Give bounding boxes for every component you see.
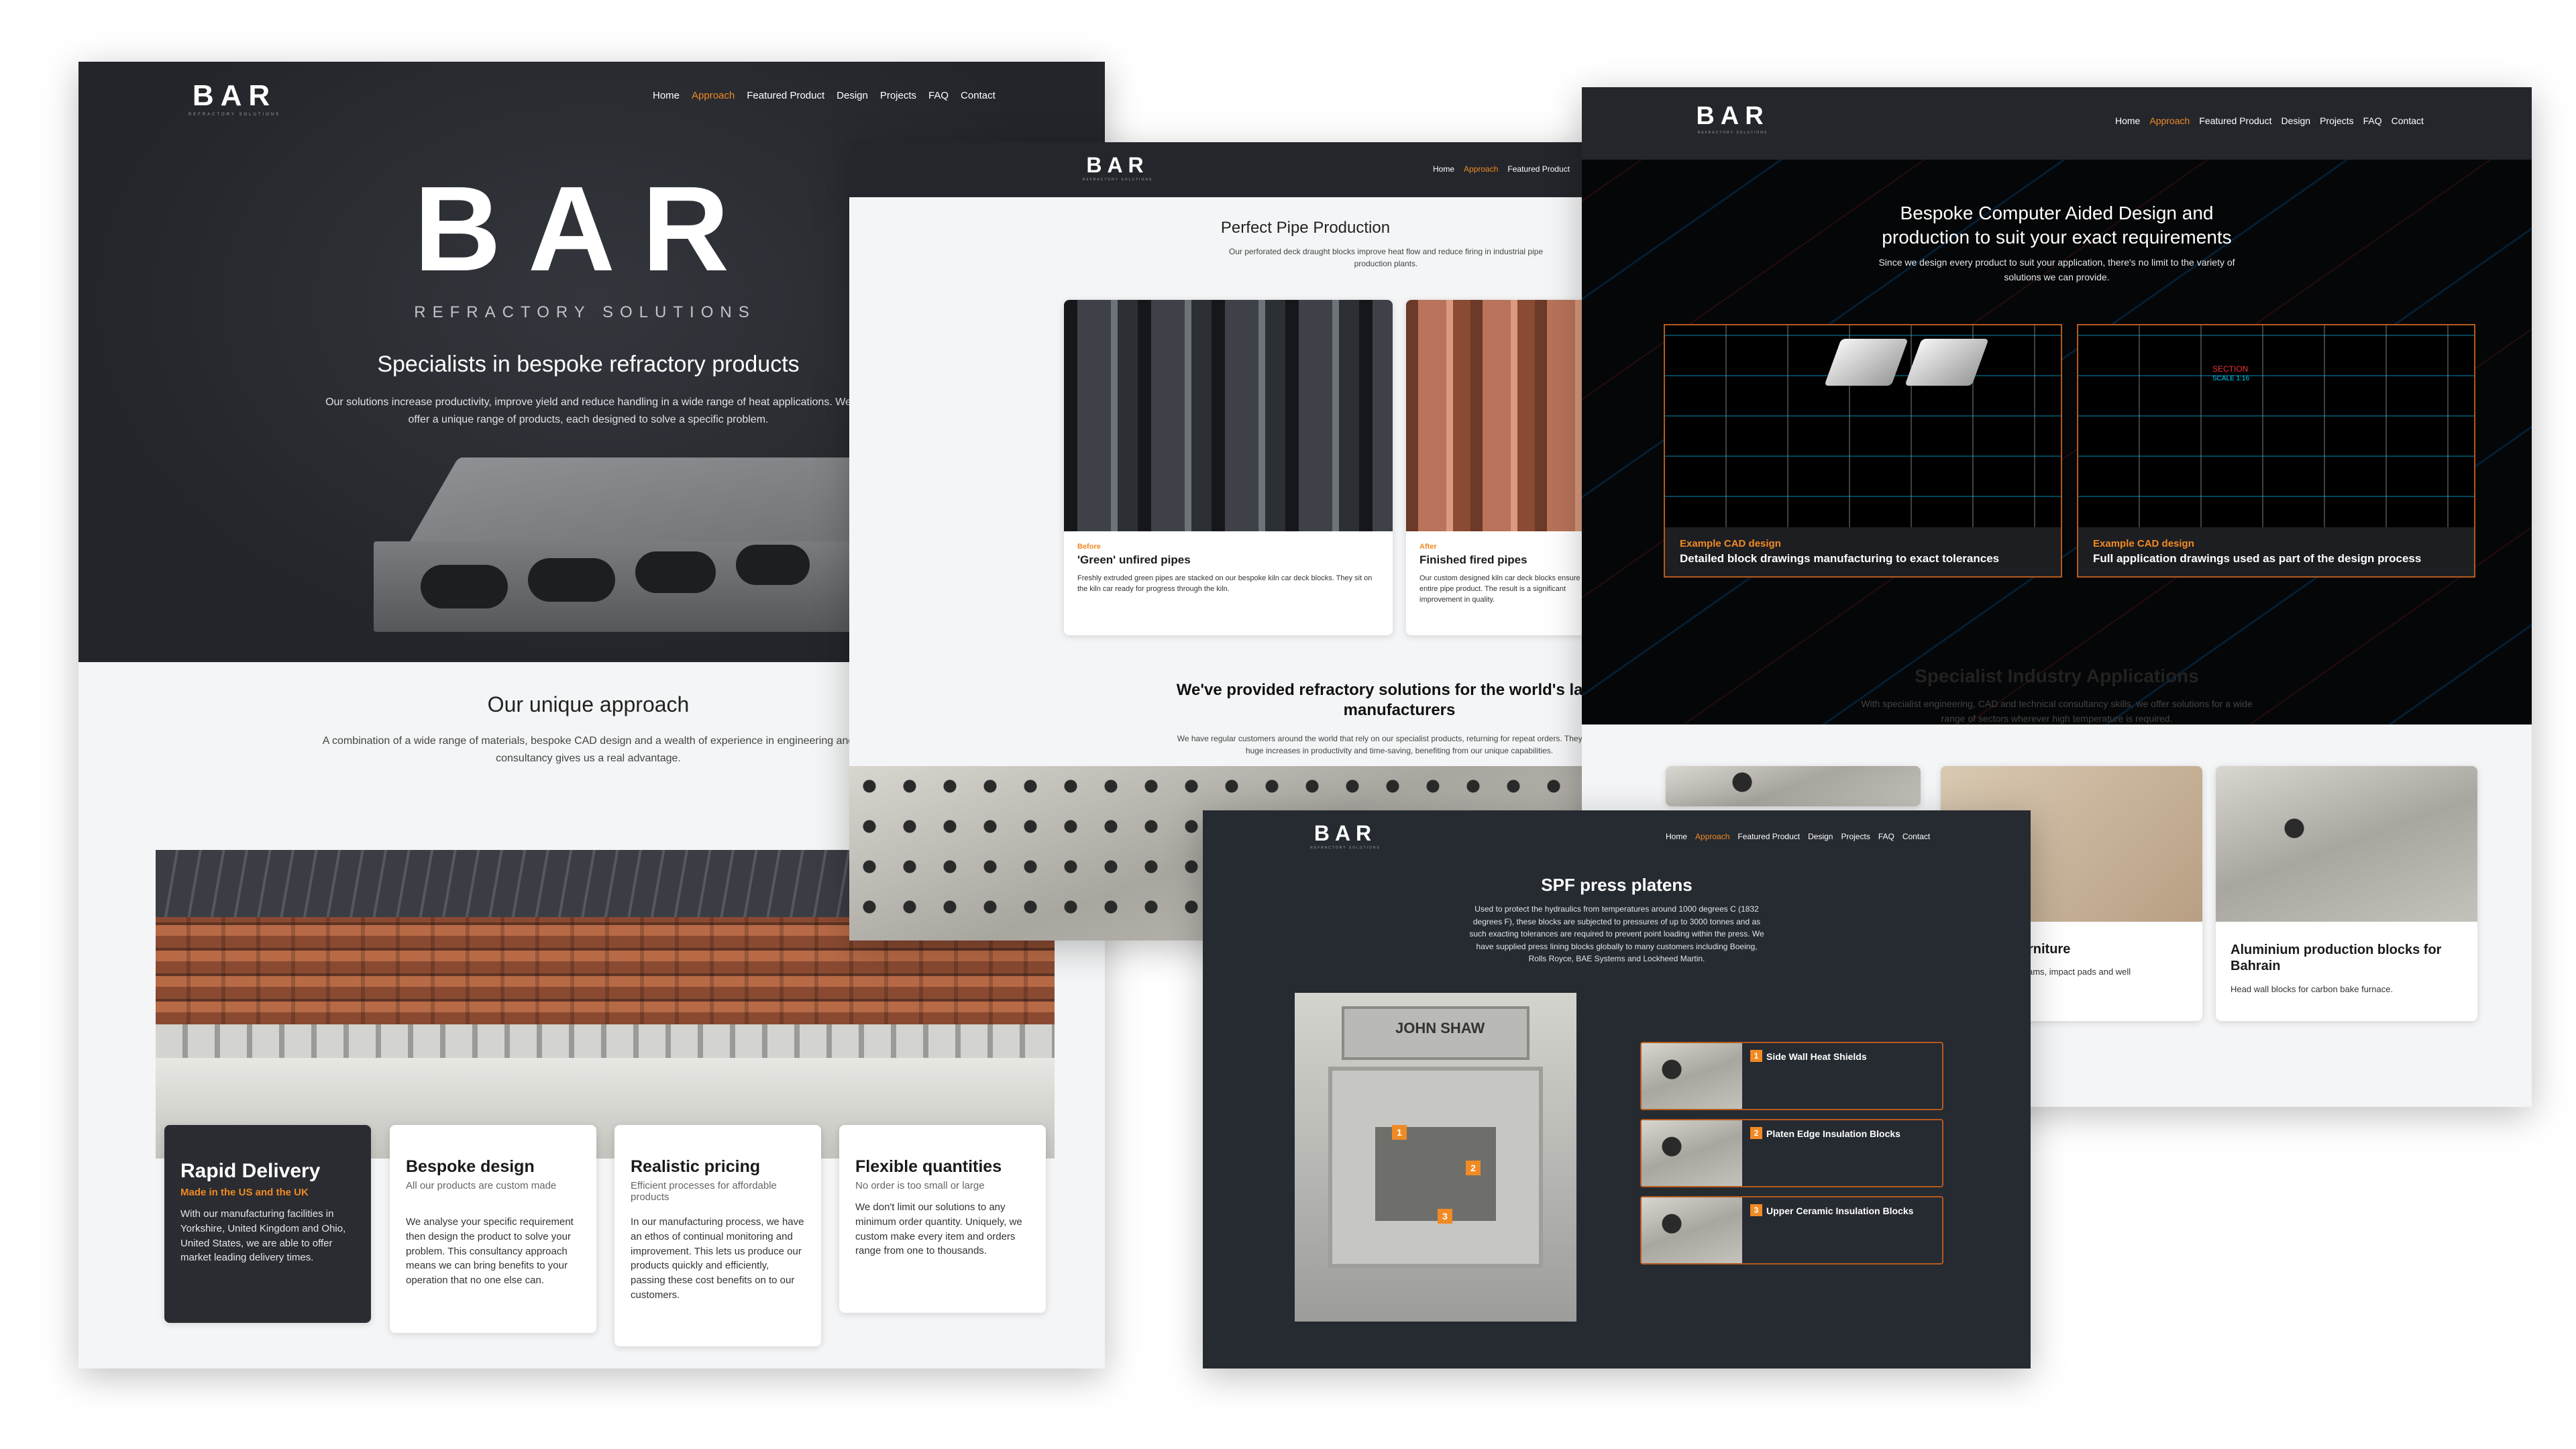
nav-featured-product[interactable]: Featured Product — [2199, 115, 2271, 126]
nav-featured-product[interactable]: Featured Product — [1507, 164, 1570, 174]
callout-2: 2 — [1466, 1161, 1481, 1175]
nav-featured-product[interactable]: Featured Product — [747, 90, 824, 101]
header-logo[interactable]: BAR REFRACTORY SOLUTIONS — [1081, 153, 1155, 182]
bespoke-design-card[interactable]: Bespoke design All our products are cust… — [390, 1125, 596, 1333]
spf-item-2[interactable]: 2 Platen Edge Insulation Blocks — [1640, 1119, 1943, 1187]
after-card[interactable]: After Finished fired pipes Our custom de… — [1406, 300, 1594, 635]
section-label: SECTION — [2212, 364, 2249, 374]
nav-home[interactable]: Home — [1666, 832, 1687, 841]
green-pipes-photo — [1064, 300, 1393, 531]
cad-card-application[interactable]: SECTION SCALE 1:16 Example CAD design Fu… — [2077, 324, 2475, 578]
panel4-header: BAR REFRACTORY SOLUTIONS Home Approach F… — [1203, 810, 2031, 864]
cad-card-block[interactable]: Example CAD design Detailed block drawin… — [1664, 324, 2062, 578]
approach-title: Our unique approach — [487, 692, 690, 716]
nav-home[interactable]: Home — [653, 90, 680, 101]
industry-body: With specialist engineering, CAD and tec… — [1861, 698, 2253, 724]
panel2-header: BAR REFRACTORY SOLUTIONS Home Approach F… — [849, 142, 1594, 197]
pipes-title: Perfect Pipe Production — [1220, 219, 1391, 237]
spf-item-3[interactable]: 3 Upper Ceramic Insulation Blocks — [1640, 1196, 1943, 1265]
press-brand: JOHN SHAW — [1395, 1020, 1485, 1036]
cad-title: Bespoke Computer Aided Design and produc… — [1882, 203, 2232, 248]
nav-contact[interactable]: Contact — [961, 90, 996, 101]
nav-contact[interactable]: Contact — [2392, 115, 2424, 126]
nav-approach[interactable]: Approach — [1695, 832, 1729, 841]
nav-approach[interactable]: Approach — [1464, 164, 1498, 174]
world-title: We've provided refractory solutions for … — [1176, 681, 1594, 719]
fired-pipes-photo — [1406, 300, 1594, 531]
nav-home[interactable]: Home — [2115, 115, 2140, 126]
hero-body: Our solutions increase productivity, imp… — [325, 396, 851, 425]
spf-press-screenshot: BAR REFRACTORY SOLUTIONS Home Approach F… — [1203, 810, 2031, 1368]
cad-body: Since we design every product to suit yo… — [1878, 257, 2235, 283]
header-logo[interactable]: BAR REFRACTORY SOLUTIONS — [1689, 102, 1776, 135]
spf-item-1[interactable]: 1 Side Wall Heat Shields — [1640, 1042, 1943, 1110]
world-body: We have regular customers around the wor… — [1177, 734, 1594, 755]
callout-1: 1 — [1392, 1125, 1407, 1140]
flexible-quantities-card[interactable]: Flexible quantities No order is too smal… — [839, 1125, 1046, 1313]
nav-home[interactable]: Home — [1433, 164, 1454, 174]
realistic-pricing-card[interactable]: Realistic pricing Efficient processes fo… — [614, 1125, 821, 1346]
header-logo[interactable]: BAR REFRACTORY SOLUTIONS — [186, 79, 283, 117]
nav-contact[interactable]: Contact — [1902, 832, 1930, 841]
rapid-delivery-card[interactable]: Rapid Delivery Made in the US and the UK… — [164, 1125, 371, 1323]
industry-card-1[interactable] — [1666, 766, 1921, 806]
industry-card-aluminium[interactable]: Aluminium production blocks for Bahrain … — [2216, 766, 2477, 1021]
callout-3: 3 — [1438, 1209, 1452, 1224]
hero-logo: BAR REFRACTORY SOLUTIONS — [414, 162, 756, 322]
before-card[interactable]: Before 'Green' unfired pipes Freshly ext… — [1064, 300, 1393, 635]
aluminium-blocks-photo — [2216, 766, 2477, 922]
approach-body: A combination of a wide range of materia… — [322, 735, 855, 764]
nav-projects[interactable]: Projects — [1841, 832, 1870, 841]
pipes-body: Our perforated deck draught blocks impro… — [1228, 247, 1544, 268]
nav-approach[interactable]: Approach — [2149, 115, 2190, 126]
nav-faq[interactable]: FAQ — [928, 90, 949, 101]
spf-title: SPF press platens — [1541, 875, 1693, 895]
main-nav: Home Approach Featured Product Design Pr… — [2115, 115, 2424, 126]
header-logo[interactable]: BAR REFRACTORY SOLUTIONS — [1307, 821, 1384, 850]
nav-design[interactable]: Design — [837, 90, 868, 101]
industry-title: Specialist Industry Applications — [1915, 665, 2199, 686]
nav-projects[interactable]: Projects — [880, 90, 916, 101]
cad-section: Bespoke Computer Aided Design and produc… — [1582, 160, 2532, 724]
press-photo: JOHN SHAW 1 2 3 — [1295, 993, 1576, 1322]
nav-design[interactable]: Design — [2281, 115, 2310, 126]
nav-faq[interactable]: FAQ — [2363, 115, 2382, 126]
nav-faq[interactable]: FAQ — [1878, 832, 1894, 841]
hero-title: Specialists in bespoke refractory produc… — [377, 352, 800, 377]
scale-label: SCALE 1:16 — [2212, 375, 2250, 382]
nav-projects[interactable]: Projects — [2320, 115, 2354, 126]
main-nav: Home Approach Featured Product Design Pr… — [653, 90, 996, 101]
nav-featured-product[interactable]: Featured Product — [1737, 832, 1800, 841]
main-nav: Home Approach Featured Product — [1433, 164, 1570, 174]
nav-design[interactable]: Design — [1808, 832, 1833, 841]
main-nav: Home Approach Featured Product Design Pr… — [1666, 832, 1930, 841]
panel3-header: BAR REFRACTORY SOLUTIONS Home Approach F… — [1582, 87, 2532, 160]
spf-body: Used to protect the hydraulics from temp… — [1469, 904, 1764, 964]
nav-approach[interactable]: Approach — [692, 90, 735, 101]
